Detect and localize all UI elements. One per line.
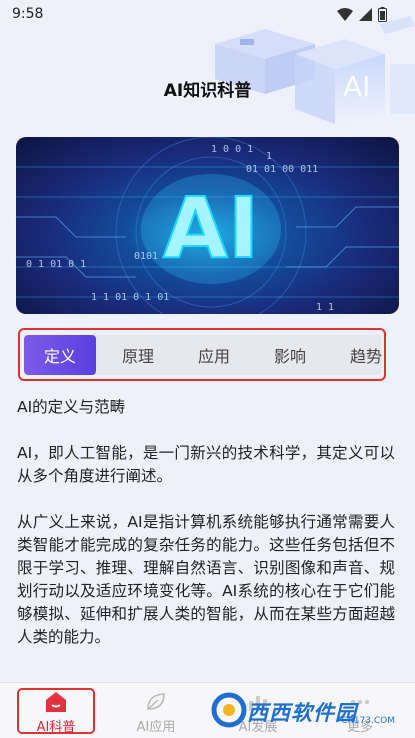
binary-snippet-1: 1 0 0 1 <box>211 144 253 155</box>
tab-definition[interactable]: 定义 <box>24 335 96 375</box>
article-content: AI的定义与范畴 AI，即人工智能，是一门新兴的技术科学，其定义可以从多个角度进… <box>17 396 395 672</box>
page-title: AI知识科普 <box>163 81 252 101</box>
tab-trend[interactable]: 趋势 <box>328 335 382 375</box>
binary-snippet-7: 1 1 <box>316 302 334 313</box>
binary-snippet-3: 01 01 00 011 <box>246 164 318 175</box>
hero-ai-text: AI <box>163 179 259 277</box>
binary-snippet-2: 1 <box>266 151 272 162</box>
nav-item-ai-apps[interactable]: AI应用 <box>106 683 206 738</box>
watermark-url: CR173.COM <box>341 716 395 726</box>
binary-snippet-4: 0 1 01 0 1 <box>26 259 86 270</box>
tab-application[interactable]: 应用 <box>176 335 252 375</box>
article-heading: AI的定义与范畴 <box>17 398 126 416</box>
article-paragraph-2: 从广义上来说，AI是指计算机系统能够执行通常需要人类智能才能完成的复杂任务的能力… <box>17 513 395 646</box>
watermark: 西西软件园 CR173.COM <box>211 690 411 734</box>
tab-principle[interactable]: 原理 <box>100 335 176 375</box>
article-paragraph-1: AI，即人工智能，是一门新兴的技术科学，其定义可以从多个角度进行阐述。 <box>17 444 395 485</box>
header-illustration: AI <box>185 14 415 124</box>
leaf-icon <box>144 691 168 717</box>
hero-banner: 1 0 0 1 1 01 01 00 011 0 1 01 0 1 0101 1… <box>16 137 399 314</box>
watermark-logo-icon <box>211 692 247 732</box>
binary-snippet-6: 1 1 01 0 1 01 <box>91 292 169 303</box>
status-time: 9:58 <box>12 6 44 22</box>
category-tabs: 定义 原理 应用 影响 趋势 <box>24 335 382 375</box>
nav-active-highlight <box>17 688 95 734</box>
tab-impact[interactable]: 影响 <box>252 335 328 375</box>
nav-label-ai-apps: AI应用 <box>136 720 176 735</box>
tab-bar-highlight: 定义 原理 应用 影响 趋势 <box>18 328 386 381</box>
